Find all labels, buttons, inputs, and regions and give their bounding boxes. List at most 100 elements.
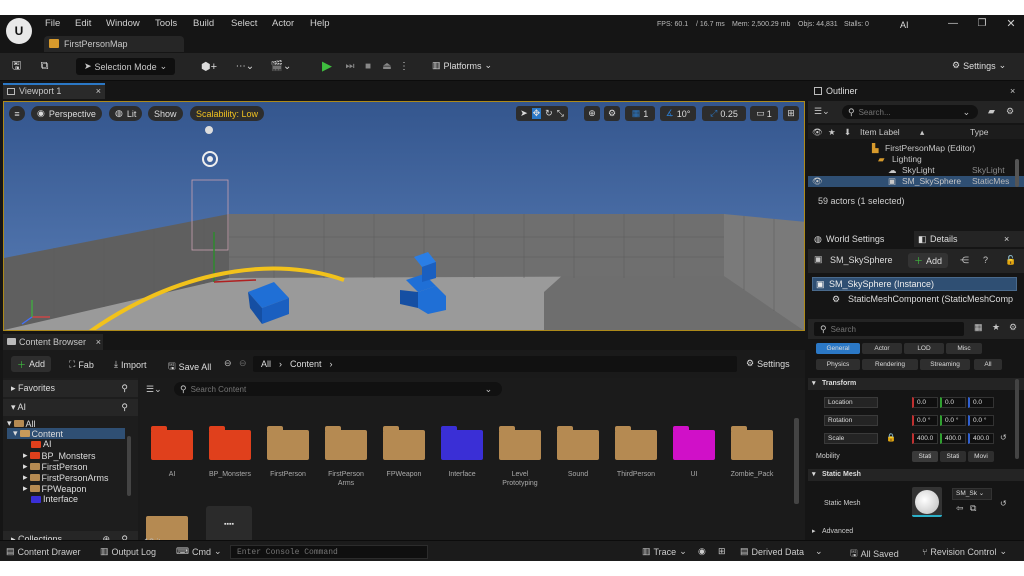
grid-snap-button[interactable]: ▦ 1 (625, 106, 655, 121)
menu-tools[interactable]: Tools (155, 18, 177, 29)
play-options-icon[interactable]: ⋮ (399, 59, 409, 73)
minimize-icon[interactable]: — (946, 17, 960, 29)
tree-item-fpweapon[interactable]: ▸ FPWeapon (23, 483, 86, 494)
eject-icon[interactable]: ⏏ (381, 59, 393, 73)
perspective-button[interactable]: ◉ Perspective (31, 106, 102, 121)
location-x[interactable]: 0.0 (912, 397, 938, 408)
scale-x[interactable]: 400.0 (912, 433, 938, 444)
camera-speed-button[interactable]: ▭ 1 (750, 106, 778, 121)
browse-icon[interactable]: ⧉ (970, 503, 976, 514)
asset-folder[interactable]: FPWeapon (380, 426, 428, 479)
asset-folder[interactable]: Sound (554, 426, 602, 479)
save-icon[interactable]: 🖫 (10, 60, 23, 73)
rotate-tool-icon[interactable]: ↻ (545, 108, 553, 119)
asset-folder[interactable]: Level Prototyping (496, 426, 544, 488)
mobility-static[interactable]: Stati (912, 451, 938, 462)
scale-snap-button[interactable]: ⤢ 0.25 (702, 106, 746, 121)
menu-help[interactable]: Help (310, 18, 330, 29)
details-scrollbar[interactable] (1015, 379, 1019, 459)
menu-window[interactable]: Window (106, 18, 140, 29)
add-actor-icon[interactable]: ⬢+ (198, 59, 220, 73)
step-icon[interactable]: ⏭ (344, 59, 356, 73)
maximize-icon[interactable]: ❐ (975, 17, 989, 29)
select-tool-icon[interactable]: ➤ (520, 108, 528, 119)
output-log-button[interactable]: ▥ Output Log (100, 546, 156, 557)
tree-item-content[interactable]: ▾ Content (7, 428, 125, 439)
filter-actor[interactable]: Actor (862, 343, 902, 354)
cmd-dropdown[interactable]: ⌨ Cmd ⌄ (176, 546, 222, 557)
favorites-section[interactable]: ▸ Favorites ⚲ (3, 380, 138, 397)
col-item-label[interactable]: Item Label (860, 125, 900, 139)
move-tool-icon[interactable]: ✥ (531, 108, 542, 119)
scale-y[interactable]: 400.0 (940, 433, 966, 444)
path-bar[interactable]: All › Content › (253, 356, 737, 372)
ai-assistant-button[interactable]: AI (900, 20, 909, 30)
close-tab-icon[interactable]: × (1010, 83, 1015, 99)
component-row[interactable]: ⚙ StaticMeshComponent (StaticMeshComp (826, 293, 1021, 306)
outliner-search-input[interactable] (858, 107, 959, 117)
filter-icon[interactable]: ☰⌄ (814, 106, 830, 117)
pin-icon[interactable]: ⬇ (844, 125, 851, 139)
project-section[interactable]: ▾ AI ⚲ (3, 399, 138, 416)
asset-folder[interactable]: AI (148, 426, 196, 479)
scale-tool-icon[interactable]: ⤡ (557, 108, 564, 119)
transform-tools[interactable]: ➤ ✥ ↻ ⤡ (516, 106, 568, 121)
details-search-field[interactable]: ⚲ (814, 322, 964, 336)
content-browser-tab[interactable]: Content Browser × (3, 334, 103, 350)
filter-lod[interactable]: LOD (904, 343, 944, 354)
browse-icon[interactable]: ⧉ (38, 60, 51, 73)
level-viewport[interactable]: ≡ ◉ Perspective ◍ Lit Show Scalability: Lo… (3, 101, 805, 331)
console-input[interactable] (237, 546, 423, 559)
blueprint-icon[interactable]: ⋲ (960, 255, 969, 266)
grid-view-icon[interactable]: ▦ (974, 322, 983, 333)
visibility-icon[interactable]: 👁 (812, 125, 823, 139)
tree-item-bp-monsters[interactable]: ▸ BP_Monsters (23, 450, 96, 461)
tree-item-interface[interactable]: Interface (31, 494, 78, 504)
filter-misc[interactable]: Misc (946, 343, 982, 354)
forward-icon[interactable]: ⊖ (239, 358, 247, 369)
gear-icon[interactable]: ⚙ (1009, 322, 1017, 333)
revision-control-dropdown[interactable]: ⑂ Revision Control ⌄ (922, 546, 1007, 557)
actor-name[interactable]: SM_SkySphere (830, 255, 893, 265)
details-tab[interactable]: ◧ Details × (914, 231, 1024, 247)
all-saved-button[interactable]: 🖫 All Saved (850, 546, 899, 561)
menu-build[interactable]: Build (193, 18, 214, 29)
search-icon[interactable]: ⚲ (121, 399, 128, 416)
static-mesh-section[interactable]: ▾ Static Mesh (808, 469, 1024, 481)
location-z[interactable]: 0.0 (968, 397, 994, 408)
asset-thumbnail[interactable]: ▪▪▪▪ (206, 506, 252, 544)
save-all-button[interactable]: 🖫 Save All (168, 359, 211, 375)
reset-icon[interactable]: ↺ (1000, 433, 1007, 442)
rotation-snap-button[interactable]: ∡ 10° (660, 106, 696, 121)
filter-rendering[interactable]: Rendering (862, 359, 918, 370)
menu-select[interactable]: Select (231, 18, 257, 29)
asset-folder[interactable]: Interface (438, 426, 486, 479)
screenshot-icon[interactable]: ⊞ (718, 546, 726, 557)
record-icon[interactable]: ◉ (698, 546, 706, 557)
asset-search-input[interactable] (190, 384, 481, 394)
cinematics-icon[interactable]: 🎬⌄ (270, 59, 292, 73)
surface-snap-icon[interactable]: ⚙ (604, 106, 620, 121)
asset-folder[interactable]: Zombie_Pack (728, 426, 776, 479)
help-icon[interactable]: ? (983, 255, 988, 265)
trace-dropdown[interactable]: ▥ Trace ⌄ (642, 546, 687, 557)
add-button[interactable]: ＋ Add (11, 356, 52, 372)
viewport-tab[interactable]: Viewport 1 × (3, 83, 105, 99)
content-drawer-button[interactable]: ▤ Content Drawer (6, 546, 81, 557)
world-space-icon[interactable]: ⊕ (584, 106, 600, 121)
derived-data-dropdown[interactable]: ▤ Derived Data ⌄ (740, 546, 823, 557)
tree-item-ai[interactable]: AI (31, 439, 52, 449)
close-tab-icon[interactable]: × (96, 334, 101, 350)
visibility-icon[interactable]: 👁 (812, 176, 823, 187)
menu-actor[interactable]: Actor (272, 18, 294, 29)
lock-icon[interactable]: 🔓 (1005, 255, 1016, 266)
scale-z[interactable]: 400.0 (968, 433, 994, 444)
fab-button[interactable]: ⛶ Fab (69, 359, 94, 370)
outliner-row[interactable]: ☁ SkyLight SkyLight (808, 165, 1024, 176)
star-icon[interactable]: ★ (828, 125, 836, 139)
asset-scrollbar[interactable] (794, 418, 799, 504)
lock-icon[interactable]: 🔒 (886, 433, 896, 442)
tree-item-firstpersonarms[interactable]: ▸ FirstPersonArms (23, 472, 109, 483)
asset-folder[interactable]: BP_Monsters (206, 426, 254, 479)
tree-item-firstperson[interactable]: ▸ FirstPerson (23, 461, 88, 472)
